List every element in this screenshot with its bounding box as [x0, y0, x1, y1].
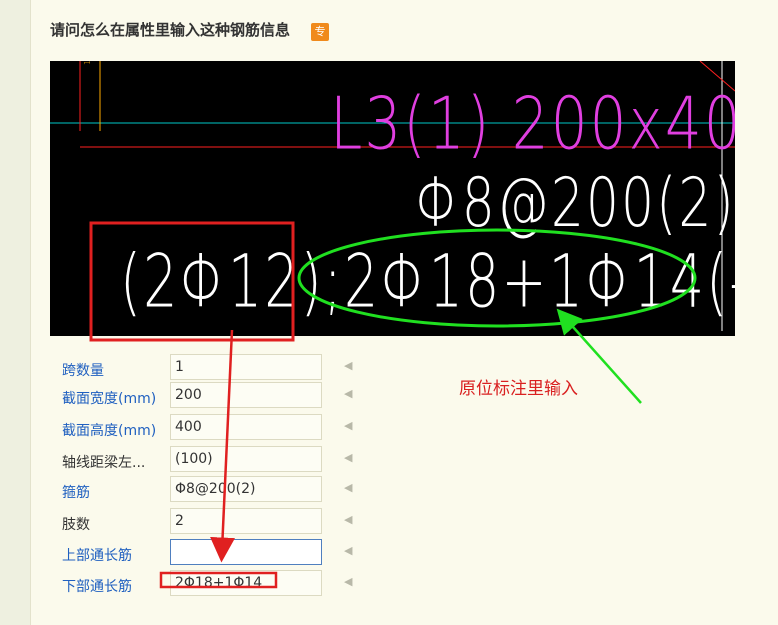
bottom-bar-input[interactable]: 2Φ18+1Φ14 [170, 570, 322, 596]
prop-label: 轴线距梁左... [62, 455, 146, 471]
expert-badge: 专 [311, 23, 329, 41]
beam-designation: L3(1) 200x400 [330, 81, 735, 166]
prop-label: 肢数 [62, 517, 90, 533]
prop-row-stirrup: 箍筋 Φ8@200(2) ◀ [62, 476, 362, 504]
prop-value-field[interactable]: 400 [170, 414, 322, 440]
prop-label: 下部通长筋 [62, 579, 132, 595]
expand-icon[interactable]: ◀ [344, 387, 352, 400]
expand-icon[interactable]: ◀ [344, 481, 352, 494]
expand-icon[interactable]: ◀ [344, 451, 352, 464]
cad-screenshot: L3(1) 200x400 Φ8@200(2) (2Φ12);2Φ18+1Φ14… [50, 61, 735, 336]
prop-value-field[interactable]: 1 [170, 354, 322, 380]
left-sidebar-strip [0, 0, 31, 625]
prop-label: 箍筋 [62, 485, 90, 501]
prop-row-span-count: 跨数量 1 ◀ [62, 354, 362, 382]
main-bar-designation: (2Φ12);2Φ18+1Φ14(-1) [120, 239, 735, 325]
prop-value-field[interactable]: 2 [170, 508, 322, 534]
expand-icon[interactable]: ◀ [344, 359, 352, 372]
prop-label: 截面高度(mm) [62, 423, 157, 439]
expand-icon[interactable]: ◀ [344, 513, 352, 526]
prop-value-field[interactable]: Φ8@200(2) [170, 476, 322, 502]
prop-row-axis-offset: 轴线距梁左... (100) ◀ [62, 446, 362, 474]
prop-row-section-width: 截面宽度(mm) 200 ◀ [62, 382, 362, 410]
prop-row-legs: 肢数 2 ◀ [62, 508, 362, 536]
prop-label: 上部通长筋 [62, 548, 132, 564]
prop-row-section-height: 截面高度(mm) 400 ◀ [62, 414, 362, 442]
expand-icon[interactable]: ◀ [344, 544, 352, 557]
dimension-tag: 100 [83, 61, 92, 65]
top-bar-input[interactable] [170, 539, 322, 565]
prop-label: 截面宽度(mm) [62, 391, 157, 407]
expand-icon[interactable]: ◀ [344, 575, 352, 588]
prop-value-field[interactable]: 200 [170, 382, 322, 408]
prop-label: 跨数量 [62, 363, 104, 379]
prop-value-field[interactable]: (100) [170, 446, 322, 472]
expand-icon[interactable]: ◀ [344, 419, 352, 432]
prop-row-bottom-continuous-bar: 下部通长筋 2Φ18+1Φ14 ◀ [62, 570, 362, 598]
annotation-text: 原位标注里输入 [459, 379, 578, 399]
stirrup-designation: Φ8@200(2) [415, 165, 735, 243]
post-title: 请问怎么在属性里输入这种钢筋信息 [50, 21, 291, 39]
prop-row-top-continuous-bar: 上部通长筋 ◀ [62, 539, 362, 567]
